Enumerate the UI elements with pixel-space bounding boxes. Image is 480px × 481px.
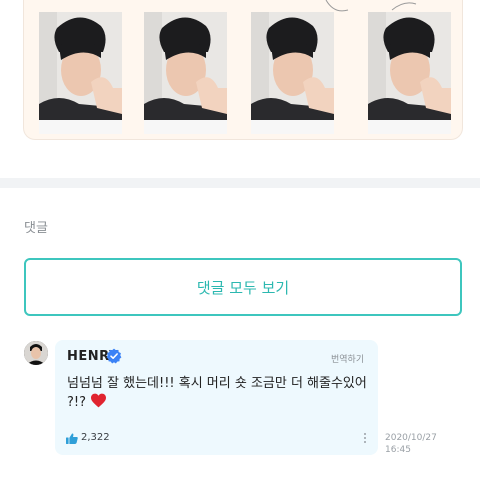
view-all-comments-button[interactable]: 댓글 모두 보기 (24, 258, 462, 316)
comment-time: 16:45 (385, 445, 411, 455)
avatar[interactable] (24, 341, 48, 365)
like-count: 2,322 (81, 432, 110, 443)
verified-badge-icon (106, 348, 122, 364)
comment-body: 넘넘넘 잘 했는데!!! 혹시 머리 숏 조금만 더 해줄수있어 ?!? (67, 375, 372, 412)
comment-timestamp: 2020/10/27 16:45 (385, 432, 437, 456)
gallery-photo[interactable] (144, 12, 227, 134)
section-divider (0, 178, 480, 188)
comment-text: 넘넘넘 잘 했는데!!! 혹시 머리 숏 조금만 더 해줄수있어 ?!? (67, 376, 367, 410)
translate-link[interactable]: 번역하기 (331, 352, 364, 365)
comments-section-title: 댓글 (24, 221, 48, 236)
photo-strip-card (23, 0, 463, 140)
heart-icon (91, 393, 107, 408)
gallery-photo[interactable] (39, 12, 122, 134)
gallery-photo[interactable] (251, 12, 334, 134)
comment-date: 2020/10/27 (385, 433, 437, 443)
thumbs-up-icon[interactable] (66, 433, 78, 444)
more-vertical-icon[interactable] (362, 432, 368, 444)
gallery-photo[interactable] (368, 12, 451, 134)
